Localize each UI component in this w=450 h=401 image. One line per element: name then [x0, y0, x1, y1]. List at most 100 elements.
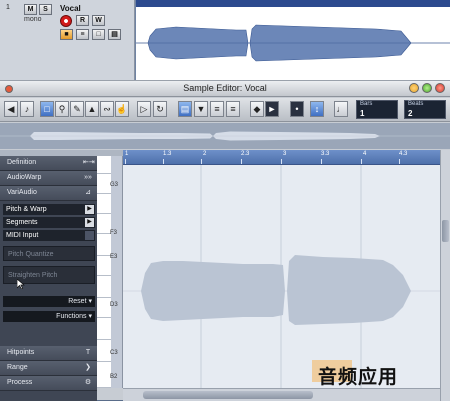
ruler-tick: 1.3: [163, 151, 172, 157]
chevron-icon: ❯: [85, 364, 91, 371]
key-white: [97, 318, 111, 340]
ruler-mark: [163, 159, 164, 164]
ruler-tick: 2.3: [241, 151, 250, 157]
tab-range-label: Range: [7, 364, 28, 371]
window-titlebar[interactable]: Sample Editor: Vocal: [0, 81, 450, 97]
key-white: [97, 156, 111, 174]
functions-dropdown[interactable]: Functions ▾: [3, 311, 95, 322]
bars-value: 1: [360, 109, 365, 118]
tab-hitpoints[interactable]: Hitpoints T: [0, 346, 97, 361]
tab-variaudio-label: VariAudio: [7, 189, 37, 196]
subtab-pitch-warp-label: Pitch & Warp: [6, 206, 47, 213]
ruler-tick: 3.3: [321, 151, 330, 157]
functions-label: Functions: [56, 313, 87, 320]
vertical-scroll-thumb[interactable]: [442, 220, 449, 242]
follow-icon[interactable]: ↕: [310, 101, 324, 117]
track-waveform[interactable]: [136, 7, 450, 80]
folder-icon[interactable]: ▤: [108, 29, 121, 40]
musical-mode-icon[interactable]: ♩: [334, 101, 348, 117]
lane-icon[interactable]: ≡: [76, 29, 89, 40]
draw-icon[interactable]: ✎: [70, 101, 84, 117]
ruler-mark: [281, 159, 282, 164]
record-enable-button[interactable]: [60, 15, 72, 27]
key-white: [97, 256, 111, 276]
reset-label: Reset: [68, 298, 87, 305]
editor-toolbar: ◀ ♪ □ ⚲ ✎ ▲ ∾ ☝ ▷ ↻ ▤ ▼ ≡ ≡ ◆ ► • ↕ ♩ Ba…: [0, 98, 450, 122]
tab-range[interactable]: Range ❯: [0, 361, 97, 376]
mouse-cursor-icon: [17, 279, 25, 289]
play-icon[interactable]: ▷: [137, 101, 151, 117]
tab-hitpoints-label: Hitpoints: [7, 349, 35, 356]
pitch-quantize-field: Pitch Quantize: [3, 246, 95, 261]
play-arrow-icon: ▶: [85, 218, 94, 227]
info-line-icon[interactable]: ≡: [226, 101, 240, 117]
track-event-header[interactable]: [136, 0, 450, 7]
tab-audiowarp[interactable]: AudioWarp »»: [0, 171, 97, 186]
lock-icon[interactable]: ■: [60, 29, 73, 40]
key-white: [97, 340, 111, 362]
watermark-text: 音频应用: [318, 366, 399, 388]
ruler-tick: 4.3: [399, 151, 408, 157]
note-label-b2: B2: [110, 374, 118, 380]
key-white: [97, 174, 111, 194]
window-menu-icon[interactable]: [5, 85, 13, 93]
range-select-icon[interactable]: □: [40, 101, 54, 117]
note-label-g3: G3: [110, 182, 119, 188]
subtab-segments[interactable]: Segments ▶: [3, 217, 95, 228]
track-mode-label: mono: [24, 16, 42, 23]
waveform-display[interactable]: [123, 165, 440, 388]
write-automation-button[interactable]: W: [92, 15, 105, 26]
reset-dropdown[interactable]: Reset ▾: [3, 296, 95, 307]
tab-definition[interactable]: Definition ⇤⇥: [0, 156, 97, 171]
solo-button[interactable]: S: [39, 4, 52, 15]
horizontal-scrollbar[interactable]: [123, 388, 440, 401]
show-overview-icon[interactable]: ▤: [178, 101, 192, 117]
overview-waveform: [0, 123, 450, 149]
tab-audiowarp-label: AudioWarp: [7, 174, 42, 181]
track-header[interactable]: 1 M S Vocal mono R W ■ ≡ □ ▤: [0, 0, 135, 80]
show-ruler-icon[interactable]: ≡: [210, 101, 224, 117]
speaker-icon[interactable]: ▲: [85, 101, 99, 117]
snap-mode-icon[interactable]: ►: [265, 101, 279, 117]
main-waveform: [123, 165, 440, 388]
bars-counter[interactable]: Bars 1: [356, 100, 398, 119]
ruler-mark: [125, 159, 126, 164]
hand-icon[interactable]: ☝: [115, 101, 129, 117]
tab-process[interactable]: Process ⚙: [0, 376, 97, 391]
pitch-keyboard[interactable]: G3 F3 E3 D3 C3 B2: [97, 156, 123, 388]
forward-icon: »»: [84, 174, 92, 181]
close-button[interactable]: [435, 83, 445, 93]
gear-icon: ⚙: [84, 379, 92, 386]
ruler-mark: [201, 159, 202, 164]
tab-definition-label: Definition: [7, 159, 37, 166]
snap-icon[interactable]: ◆: [250, 101, 264, 117]
key-white: [97, 234, 111, 256]
zoom-icon[interactable]: ⚲: [55, 101, 69, 117]
subtab-midi-input[interactable]: MIDI Input: [3, 230, 95, 241]
loop-icon[interactable]: ↻: [153, 101, 167, 117]
listen-icon[interactable]: ♪: [20, 101, 34, 117]
tab-process-label: Process: [7, 379, 33, 386]
show-inspector-icon[interactable]: ▼: [194, 101, 208, 117]
minimize-button[interactable]: [409, 83, 419, 93]
solo-editor-icon[interactable]: ◀: [4, 101, 18, 117]
beats-counter[interactable]: Beats 2: [404, 100, 446, 119]
autoscroll-icon[interactable]: •: [290, 101, 304, 117]
mute-button[interactable]: M: [24, 4, 37, 15]
bar-ruler[interactable]: 1 1.3 2 2.3 3 3.3 4 4.3: [123, 150, 440, 165]
track-name[interactable]: Vocal: [60, 4, 81, 13]
subtab-segments-label: Segments: [6, 219, 38, 226]
note-label-d3: D3: [110, 302, 118, 308]
edit-icon[interactable]: □: [92, 29, 105, 40]
read-automation-button[interactable]: R: [76, 15, 89, 26]
ruler-mark: [399, 159, 400, 164]
tab-variaudio[interactable]: VariAudio ⊿: [0, 186, 97, 201]
zoom-button[interactable]: [422, 83, 432, 93]
overview-line[interactable]: [0, 123, 450, 149]
sample-editor-window: Sample Editor: Vocal ◀ ♪ □ ⚲ ✎ ▲ ∾ ☝ ▷ ↻…: [0, 80, 450, 401]
horizontal-scroll-thumb[interactable]: [143, 391, 313, 399]
beats-label: Beats: [408, 101, 424, 107]
subtab-pitch-warp[interactable]: Pitch & Warp ▶: [3, 204, 95, 215]
scrub-icon[interactable]: ∾: [100, 101, 114, 117]
note-label-c3: C3: [110, 350, 118, 356]
